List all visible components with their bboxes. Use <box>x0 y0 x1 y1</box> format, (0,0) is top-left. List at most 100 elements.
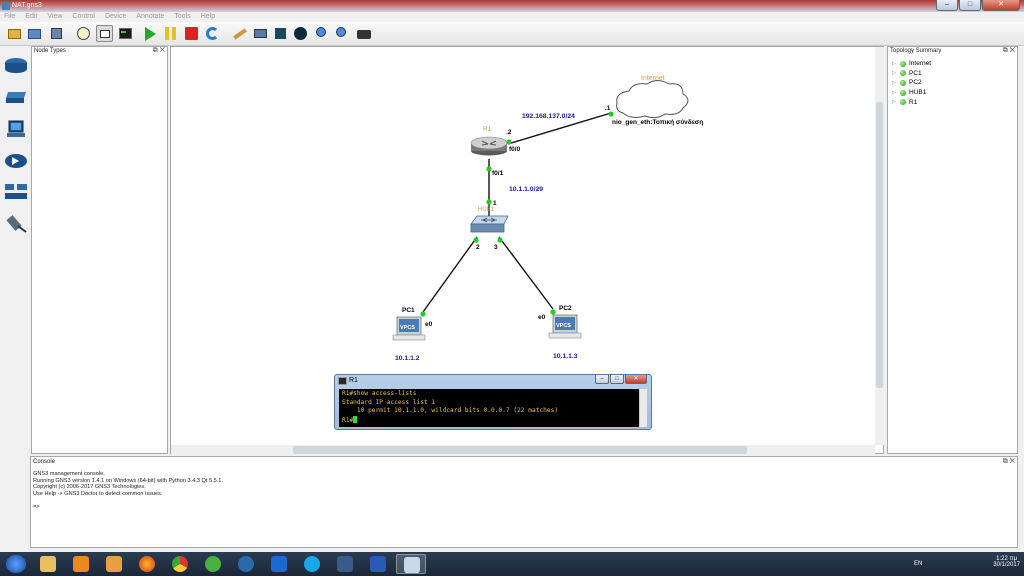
console-prompt: => <box>33 503 40 510</box>
menu-bar: File Edit View Control Device Annotate T… <box>0 12 1024 22</box>
stop-all-icon[interactable] <box>183 25 200 42</box>
teamviewer-icon[interactable] <box>264 554 294 574</box>
menu-help[interactable]: Help <box>201 12 215 22</box>
insert-picture-icon[interactable] <box>252 25 269 42</box>
suspend-all-icon[interactable] <box>162 25 179 42</box>
topology-summary-title: Topology Summary <box>890 48 942 54</box>
outlook-icon[interactable] <box>66 554 96 574</box>
gns3-app-icon <box>2 2 10 10</box>
maximize-button[interactable]: □ <box>959 0 981 11</box>
windows-explorer-icon[interactable] <box>33 554 63 574</box>
canvas-vscroll-thumb[interactable] <box>876 102 883 388</box>
hub1-label: HUB1 <box>478 207 495 213</box>
start-button[interactable] <box>2 554 32 574</box>
zoom-out-icon[interactable] <box>334 25 351 42</box>
gns3-globe-icon[interactable] <box>231 554 261 574</box>
link-cable-icon[interactable] <box>4 214 28 233</box>
menu-tools[interactable]: Tools <box>174 12 190 22</box>
link-status-dot <box>506 139 512 145</box>
add-note-icon[interactable] <box>231 25 248 42</box>
r1-router-node[interactable] <box>470 136 508 156</box>
terminal-minimize-button[interactable]: – <box>595 375 609 384</box>
terminal-output[interactable]: R1#show access-lists Standard IP access l… <box>339 389 641 427</box>
title-bar: NAT.gns3 – □ ✕ <box>0 0 1024 12</box>
tree-item-r1[interactable]: ▷ R1 <box>892 97 931 107</box>
router-icon[interactable] <box>4 56 28 74</box>
menu-view[interactable]: View <box>47 12 62 22</box>
link-status-dot <box>486 199 492 205</box>
screenshot-icon[interactable] <box>355 25 372 42</box>
utorrent-icon[interactable] <box>198 554 228 574</box>
security-device-icon[interactable] <box>4 152 28 170</box>
link-hub-pc2[interactable] <box>498 236 554 310</box>
link-status-dot <box>420 311 426 317</box>
tree-item-pc2[interactable]: ▷ PC2 <box>892 78 931 88</box>
terminal-close-button[interactable]: ✕ <box>625 375 647 384</box>
new-project-icon[interactable] <box>6 25 23 42</box>
draw-rectangle-icon[interactable] <box>272 25 289 42</box>
gns3-icon[interactable] <box>396 554 426 574</box>
menu-annotate[interactable]: Annotate <box>136 12 164 22</box>
close-button[interactable]: ✕ <box>982 0 1020 11</box>
lan-network-label: 10.1.1.0/29 <box>509 186 543 193</box>
system-clock[interactable]: 1:22 πμ 30/1/2017 <box>993 556 1020 568</box>
pc2-label: PC2 <box>559 305 572 312</box>
canvas-hscroll-thumb[interactable] <box>293 446 747 454</box>
tree-item-internet[interactable]: ▷ Internet <box>892 59 931 69</box>
terminal-line: 10 permit 10.1.1.0, wildcard bits 0.0.0.… <box>342 407 559 415</box>
draw-ellipse-icon[interactable] <box>292 25 309 42</box>
link-status-dot <box>608 111 614 117</box>
hub1-node[interactable] <box>470 215 509 233</box>
console-all-icon[interactable] <box>117 25 134 42</box>
snapshot-clock-icon[interactable] <box>75 25 92 42</box>
chrome-icon[interactable] <box>165 554 195 574</box>
open-folder-icon[interactable] <box>26 25 43 42</box>
zoom-in-icon[interactable] <box>314 25 331 42</box>
node-types-dock-controls[interactable]: ⧉ ✕ <box>153 47 165 55</box>
save-icon[interactable] <box>48 25 65 42</box>
all-devices-icon[interactable] <box>4 182 28 200</box>
reload-all-icon[interactable] <box>204 25 221 42</box>
link-status-dot <box>486 166 492 172</box>
console-dock-controls[interactable]: ⧉ ✕ <box>1003 458 1015 466</box>
terminal-maximize-button[interactable]: □ <box>610 375 624 384</box>
skype-icon[interactable] <box>297 554 327 574</box>
terminal-scrollbar[interactable] <box>639 389 647 427</box>
menu-device[interactable]: Device <box>105 12 126 22</box>
link-hub-pc1[interactable] <box>422 236 478 313</box>
internet-cloud-node[interactable] <box>616 80 689 119</box>
app-icon[interactable] <box>330 554 360 574</box>
status-running-icon <box>900 79 906 86</box>
show-interface-labels-icon[interactable] <box>96 25 113 42</box>
menu-edit[interactable]: Edit <box>25 12 37 22</box>
pc1-ip-label: 10.1.1.2 <box>395 355 420 362</box>
topology-dock-controls[interactable]: ⧉ ✕ <box>1003 47 1015 55</box>
start-all-icon[interactable] <box>141 25 158 42</box>
r1-wan-port-label: .2 <box>506 129 512 136</box>
end-device-icon[interactable] <box>4 120 28 138</box>
minimize-button[interactable]: – <box>936 0 958 11</box>
pc2-vpcs-text: VPCS <box>556 323 571 329</box>
r1-f00-label: f0/0 <box>509 146 521 153</box>
status-running-icon <box>900 89 906 96</box>
hub-port2-label: 2 <box>476 244 480 251</box>
terminal-prompt: R1# <box>342 416 354 424</box>
menu-file[interactable]: File <box>4 12 15 22</box>
node-types-title: Node Types <box>34 48 66 54</box>
word-icon[interactable] <box>363 554 393 574</box>
r1-f01-label: f0/1 <box>492 170 504 177</box>
tree-item-pc1[interactable]: ▷ PC1 <box>892 69 931 79</box>
menu-control[interactable]: Control <box>72 12 95 22</box>
firefox-icon[interactable] <box>132 554 162 574</box>
switch-icon[interactable] <box>4 88 28 106</box>
node-types-panel: Node Types ⧉ ✕ <box>31 46 168 454</box>
media-player-icon[interactable] <box>99 554 129 574</box>
r1-terminal-window[interactable]: R1 – □ ✕ R1#show access-lists Standard IP… <box>334 374 652 430</box>
pc1-port-label: e0 <box>425 321 433 328</box>
console-output[interactable]: GNS3 management console. Running GNS3 ve… <box>33 471 223 511</box>
window-controls: – □ ✕ <box>936 0 1020 11</box>
tree-item-hub1[interactable]: ▷ HUB1 <box>892 88 931 98</box>
language-indicator[interactable]: EN <box>914 561 922 567</box>
link-status-dot <box>550 309 556 315</box>
